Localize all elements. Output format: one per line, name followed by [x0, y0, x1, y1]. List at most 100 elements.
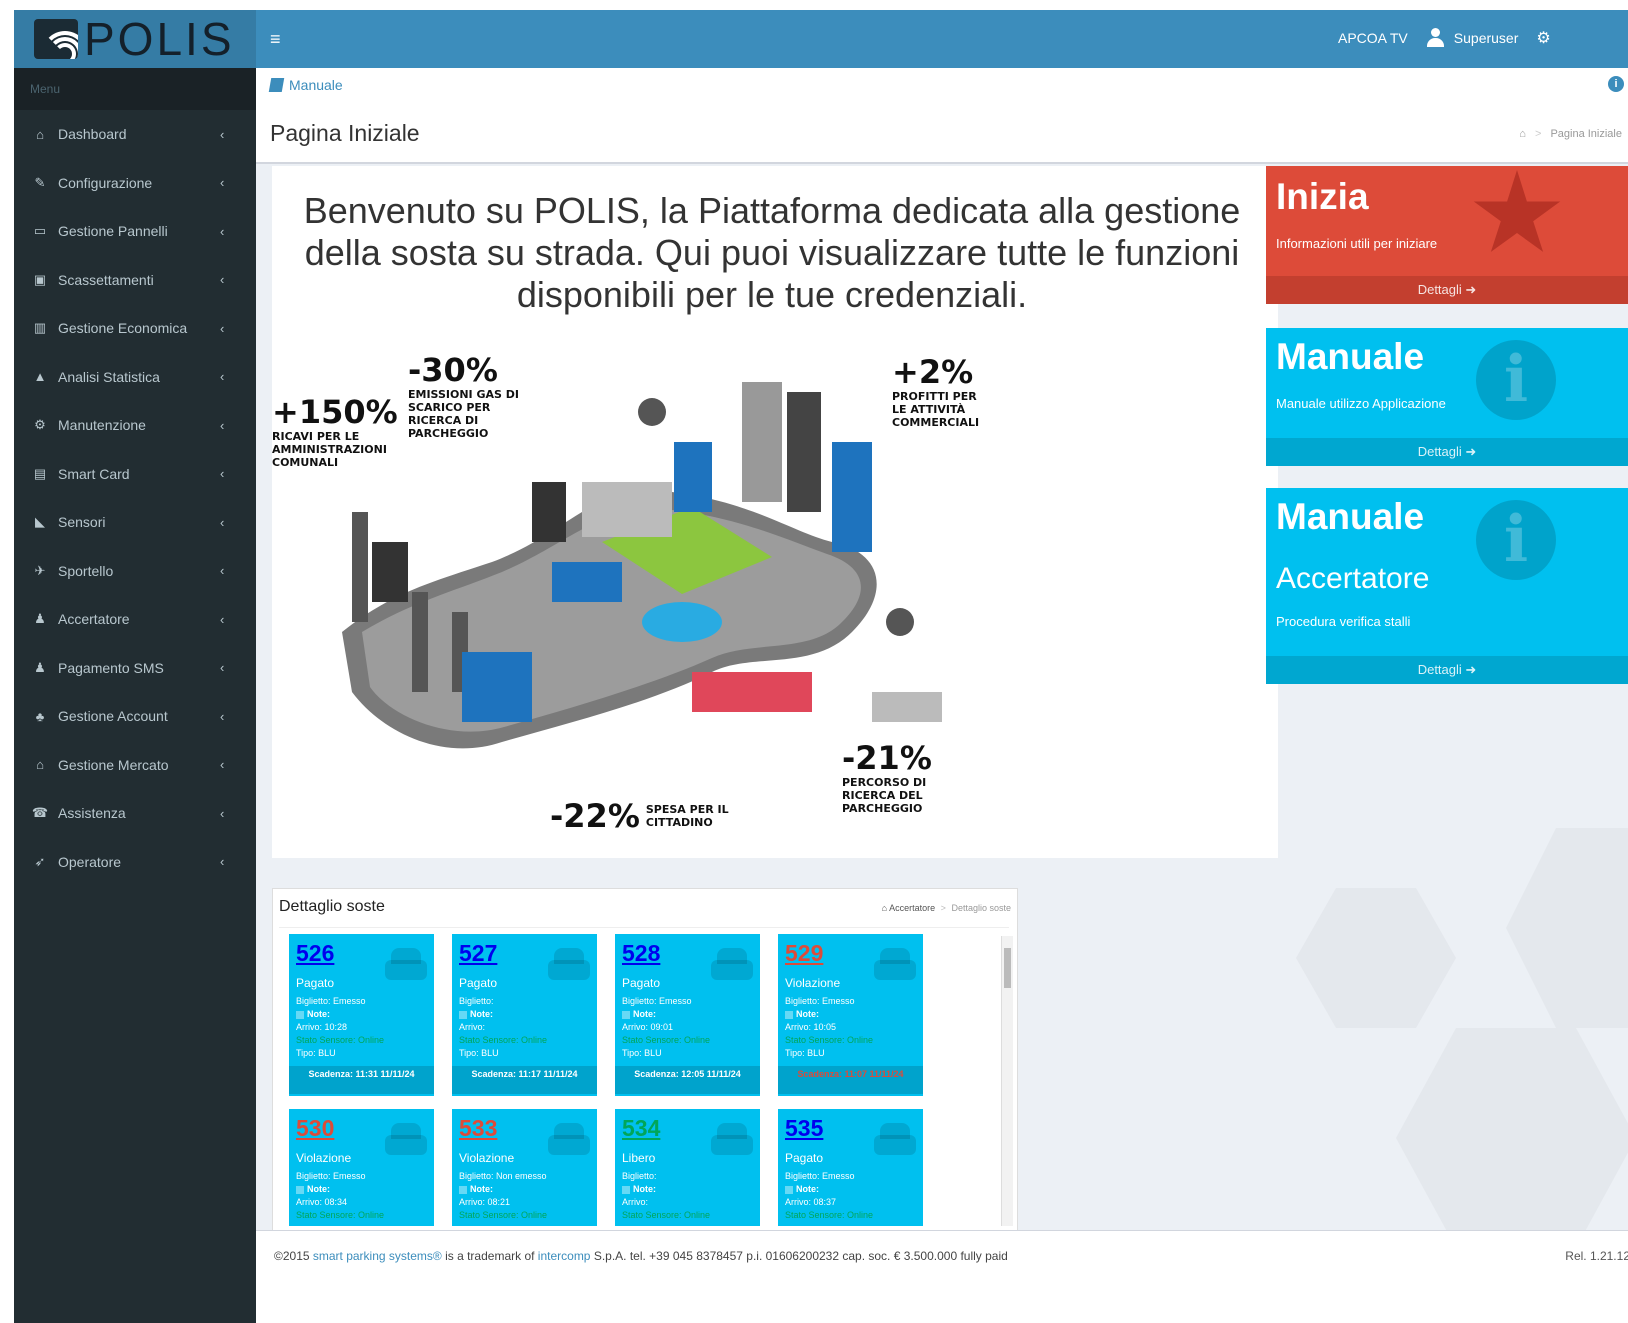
support-icon: ☎ [31, 805, 49, 821]
parking-card[interactable]: 529 Violazione Biglietto: Emesso Note: Arriv… [778, 934, 923, 1096]
sidebar-item-accertatore[interactable]: ♟ Accertatore ‹ [14, 595, 256, 644]
user-menu[interactable]: Superuser [1454, 30, 1519, 46]
hamburger-icon[interactable]: ≡ [270, 29, 281, 50]
tile-manuale[interactable]: i Manuale Manuale utilizzo Applicazione … [1266, 328, 1628, 466]
tile-title: Manuale [1276, 336, 1425, 377]
note-row: Note: [459, 1184, 493, 1194]
note-checkbox[interactable] [296, 1185, 304, 1194]
breadcrumb-accertatore[interactable]: Accertatore [889, 903, 935, 913]
user-icon[interactable] [1426, 28, 1444, 48]
note-checkbox[interactable] [459, 1010, 467, 1019]
background-hexagon [1506, 828, 1628, 1028]
chevron-left-icon: ‹ [220, 514, 225, 530]
ticket-status: Biglietto: Emesso [296, 996, 366, 1006]
note-checkbox[interactable] [459, 1185, 467, 1194]
top-header: ≡ APCOA TV Superuser ⚙ [256, 10, 1628, 68]
account-label[interactable]: APCOA TV [1338, 30, 1408, 46]
chevron-left-icon: ‹ [220, 369, 225, 385]
plane-icon: ✈ [34, 562, 46, 578]
arrival-time: Arrivo: 10:05 [785, 1022, 837, 1032]
parking-card[interactable]: 535 Pagato Biglietto: Emesso Note: Arrivo: 0… [778, 1109, 923, 1226]
home-icon[interactable]: ⌂ [882, 903, 887, 913]
shop-icon: ⌂ [36, 757, 44, 773]
tile-details-link[interactable]: Dettagli ➜ [1266, 438, 1628, 466]
expiry-bar: Scadenza: 11:17 11/11/24 [452, 1066, 597, 1094]
manual-link[interactable]: Manuale [289, 77, 343, 93]
tile-details-link[interactable]: Dettagli ➜ [1266, 276, 1628, 304]
tile-title: Manuale [1276, 496, 1425, 537]
sensor-status: Stato Sensore: Online [622, 1035, 711, 1045]
sidebar-item-pagamento-sms[interactable]: ♟ Pagamento SMS ‹ [14, 644, 256, 693]
note-row: Note: [785, 1184, 819, 1194]
note-checkbox[interactable] [785, 1185, 793, 1194]
logo[interactable]: POLIS [14, 10, 256, 68]
chevron-left-icon: ‹ [220, 757, 225, 773]
parking-card[interactable]: 528 Pagato Biglietto: Emesso Note: Arrivo: 0… [615, 934, 760, 1096]
rss-icon: ◣ [35, 514, 45, 530]
stall-number[interactable]: 530 [296, 1115, 334, 1142]
sidebar-item-analisi-statistica[interactable]: ▲ Analisi Statistica ‹ [14, 353, 256, 402]
stall-number[interactable]: 533 [459, 1115, 497, 1142]
stall-number[interactable]: 528 [622, 940, 660, 967]
arrival-time: Arrivo: 08:34 [296, 1197, 348, 1207]
info-icon: i [1476, 500, 1556, 580]
background-hexagon [1396, 1028, 1628, 1248]
sidebar-item-label: Gestione Pannelli [58, 223, 168, 240]
sidebar-item-gestione-economica[interactable]: ▥ Gestione Economica ‹ [14, 304, 256, 353]
home-icon[interactable]: ⌂ [1519, 128, 1526, 140]
gear-icon[interactable]: ⚙ [1536, 28, 1550, 48]
stall-number[interactable]: 535 [785, 1115, 823, 1142]
footer-link-sps[interactable]: smart parking systems® [313, 1249, 442, 1263]
expiry-time: Scadenza: 11:17 11/11/24 [471, 1069, 578, 1079]
sidebar-item-sensori[interactable]: ◣ Sensori ‹ [14, 498, 256, 547]
sidebar-item-gestione-account[interactable]: ♣ Gestione Account ‹ [14, 692, 256, 741]
sidebar-item-gestione-mercato[interactable]: ⌂ Gestione Mercato ‹ [14, 741, 256, 790]
sidebar-item-sportello[interactable]: ✈ Sportello ‹ [14, 547, 256, 596]
note-checkbox[interactable] [785, 1010, 793, 1019]
tile-details-link[interactable]: Dettagli ➜ [1266, 656, 1628, 684]
sidebar-item-gestione-pannelli[interactable]: ▭ Gestione Pannelli ‹ [14, 207, 256, 256]
note-row: Note: [622, 1009, 656, 1019]
car-icon [711, 1123, 753, 1157]
tile-manuale-accertatore[interactable]: i Manuale Accertatore Procedura verifica… [1266, 488, 1628, 684]
chevron-left-icon: ‹ [220, 126, 225, 142]
sidebar-item-operatore[interactable]: ➶ Operatore ‹ [14, 838, 256, 887]
stall-status: Pagato [622, 976, 661, 990]
sidebar-item-smart-card[interactable]: ▤ Smart Card ‹ [14, 450, 256, 499]
sidebar-item-assistenza[interactable]: ☎ Assistenza ‹ [14, 789, 256, 838]
note-checkbox[interactable] [622, 1185, 630, 1194]
cards-scroll-area[interactable]: 526 Pagato Biglietto: Emesso Note: Arrivo: 1… [279, 927, 1013, 1231]
note-checkbox[interactable] [622, 1010, 630, 1019]
stall-number[interactable]: 527 [459, 940, 497, 967]
parking-card[interactable]: 533 Violazione Biglietto: Non emesso Note: A… [452, 1109, 597, 1226]
stat-profits: +2% PROFITTI PER LE ATTIVITÀ COMMERCIALI [892, 353, 980, 429]
stall-status: Libero [622, 1151, 656, 1165]
sidebar-item-manutenzione[interactable]: ⚙ Manutenzione ‹ [14, 401, 256, 450]
rocket-icon: ➶ [34, 853, 46, 869]
stall-type: Tipo: BLU [459, 1048, 499, 1058]
footer-link-intercomp[interactable]: intercomp [538, 1249, 591, 1263]
sidebar-nav: ⌂ Dashboard ‹ ✎ Configurazione ‹ ▭ Gestione Pan… [14, 110, 256, 886]
note-row: Note: [296, 1184, 330, 1194]
sidebar-item-configurazione[interactable]: ✎ Configurazione ‹ [14, 159, 256, 208]
stat-spending: -22% SPESA PER IL CITTADINO [550, 797, 729, 835]
note-label: Note: [470, 1009, 493, 1019]
tile-desc: Manuale utilizzo Applicazione [1276, 396, 1446, 411]
parking-card[interactable]: 530 Violazione Biglietto: Emesso Note: Arriv… [289, 1109, 434, 1226]
sidebar-item-dashboard[interactable]: ⌂ Dashboard ‹ [14, 110, 256, 159]
scrollbar-thumb[interactable] [1004, 948, 1011, 988]
note-checkbox[interactable] [296, 1010, 304, 1019]
parking-card[interactable]: 534 Libero Biglietto: Note: Arrivo: Stato Sen… [615, 1109, 760, 1226]
note-label: Note: [470, 1184, 493, 1194]
scrollbar[interactable] [1001, 936, 1013, 1226]
sidebar-item-scassettamenti[interactable]: ▣ Scassettamenti ‹ [14, 256, 256, 305]
parking-card[interactable]: 526 Pagato Biglietto: Emesso Note: Arrivo: 1… [289, 934, 434, 1096]
car-icon [385, 948, 427, 982]
info-icon[interactable]: i [1608, 76, 1624, 92]
parking-card[interactable]: 527 Pagato Biglietto: Note: Arrivo: Stato Sen… [452, 934, 597, 1096]
stall-number[interactable]: 529 [785, 940, 823, 967]
stall-number[interactable]: 534 [622, 1115, 660, 1142]
manual-bar[interactable]: Manuale [256, 68, 1628, 102]
tile-inizia[interactable]: Inizia Informazioni utili per iniziare D… [1266, 166, 1628, 304]
stall-number[interactable]: 526 [296, 940, 334, 967]
